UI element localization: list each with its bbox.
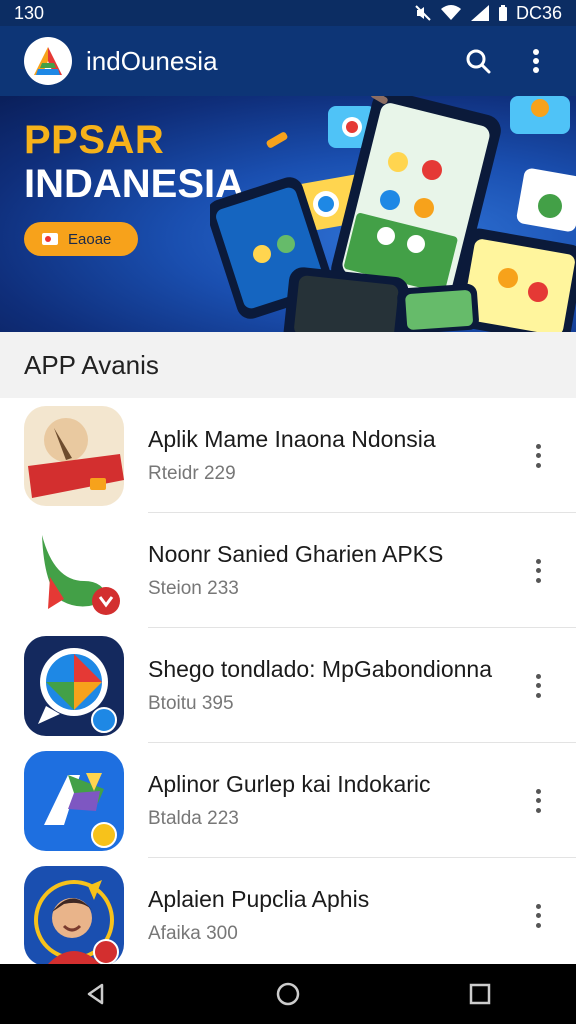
overflow-menu-button[interactable] (516, 41, 556, 81)
system-nav-bar (0, 964, 576, 1024)
app-title: indOunesia (86, 45, 218, 76)
search-icon (466, 49, 491, 74)
section-title: APP Avanis (24, 349, 159, 380)
recents-icon (470, 983, 491, 1005)
item-more-button[interactable] (528, 788, 548, 813)
battery-icon (498, 4, 508, 22)
chat-bubble-app-icon (24, 635, 124, 736)
banner-cta-label: Eaoae (68, 230, 112, 248)
app-subtitle: Steion 233 (148, 577, 239, 599)
character-avatar-app-icon (24, 865, 124, 966)
wifi-icon (440, 4, 462, 22)
app-list-item[interactable]: Shego tondlado: MpGabondionna Btoitu 395 (0, 628, 576, 743)
app-list-item[interactable]: Aplinor Gurlep kai Indokaric Btalda 223 (0, 743, 576, 858)
banner-cta-button[interactable]: Eaoae (24, 222, 138, 256)
ticket-icon (42, 233, 58, 245)
back-icon (87, 983, 103, 1005)
signal-icon (470, 4, 490, 22)
banner-title-line1: PPSAR (24, 118, 165, 162)
colorful-a-app-icon (24, 750, 124, 851)
app-title: Aplaien Pupclia Aphis (148, 886, 370, 912)
back-button[interactable] (84, 982, 108, 1006)
app-title: Shego tondlado: MpGabondionna (148, 655, 493, 682)
recents-button[interactable] (468, 982, 492, 1006)
app-list-item[interactable]: Aplaien Pupclia Aphis Afaika 300 (0, 858, 576, 973)
item-more-button[interactable] (528, 443, 548, 468)
status-icons: DC36 (414, 3, 562, 24)
status-bar: 130 DC36 (0, 0, 576, 26)
green-leaf-app-icon (24, 520, 124, 621)
app-list-item[interactable]: Aplik Mame Inaona Ndonsia Rteidr 229 (0, 398, 576, 513)
phones-illustration (210, 96, 576, 332)
app-subtitle: Afaika 300 (148, 923, 238, 944)
app-list-item[interactable]: Noonr Sanied Gharien APKS Steion 233 (0, 513, 576, 628)
app-bar: indOunesia (0, 26, 576, 96)
home-button[interactable] (275, 981, 301, 1007)
app-title: Aplik Mame Inaona Ndonsia (148, 425, 436, 452)
app-logo-icon (24, 37, 72, 85)
app-list: Aplik Mame Inaona Ndonsia Rteidr 229 Noo… (0, 398, 576, 973)
promo-banner[interactable]: PPSAR INDANESIA Eaoae (0, 96, 576, 332)
status-time: 130 (14, 2, 45, 23)
app-subtitle: Btoitu 395 (148, 692, 234, 714)
item-more-button[interactable] (528, 673, 548, 698)
app-title: Noonr Sanied Gharien APKS (148, 540, 444, 567)
more-vert-icon (533, 49, 539, 73)
app-subtitle: Rteidr 229 (148, 462, 236, 484)
app-title: Aplinor Gurlep kai Indokaric (148, 770, 431, 797)
item-more-button[interactable] (528, 558, 548, 583)
item-more-button[interactable] (528, 903, 548, 928)
app-subtitle: Btalda 223 (148, 807, 239, 829)
search-button[interactable] (458, 41, 498, 81)
red-ribbon-app-icon (24, 405, 124, 506)
mute-icon (414, 4, 432, 22)
home-icon (276, 982, 300, 1006)
section-header: APP Avanis (0, 332, 576, 398)
battery-text: DC36 (515, 2, 562, 23)
